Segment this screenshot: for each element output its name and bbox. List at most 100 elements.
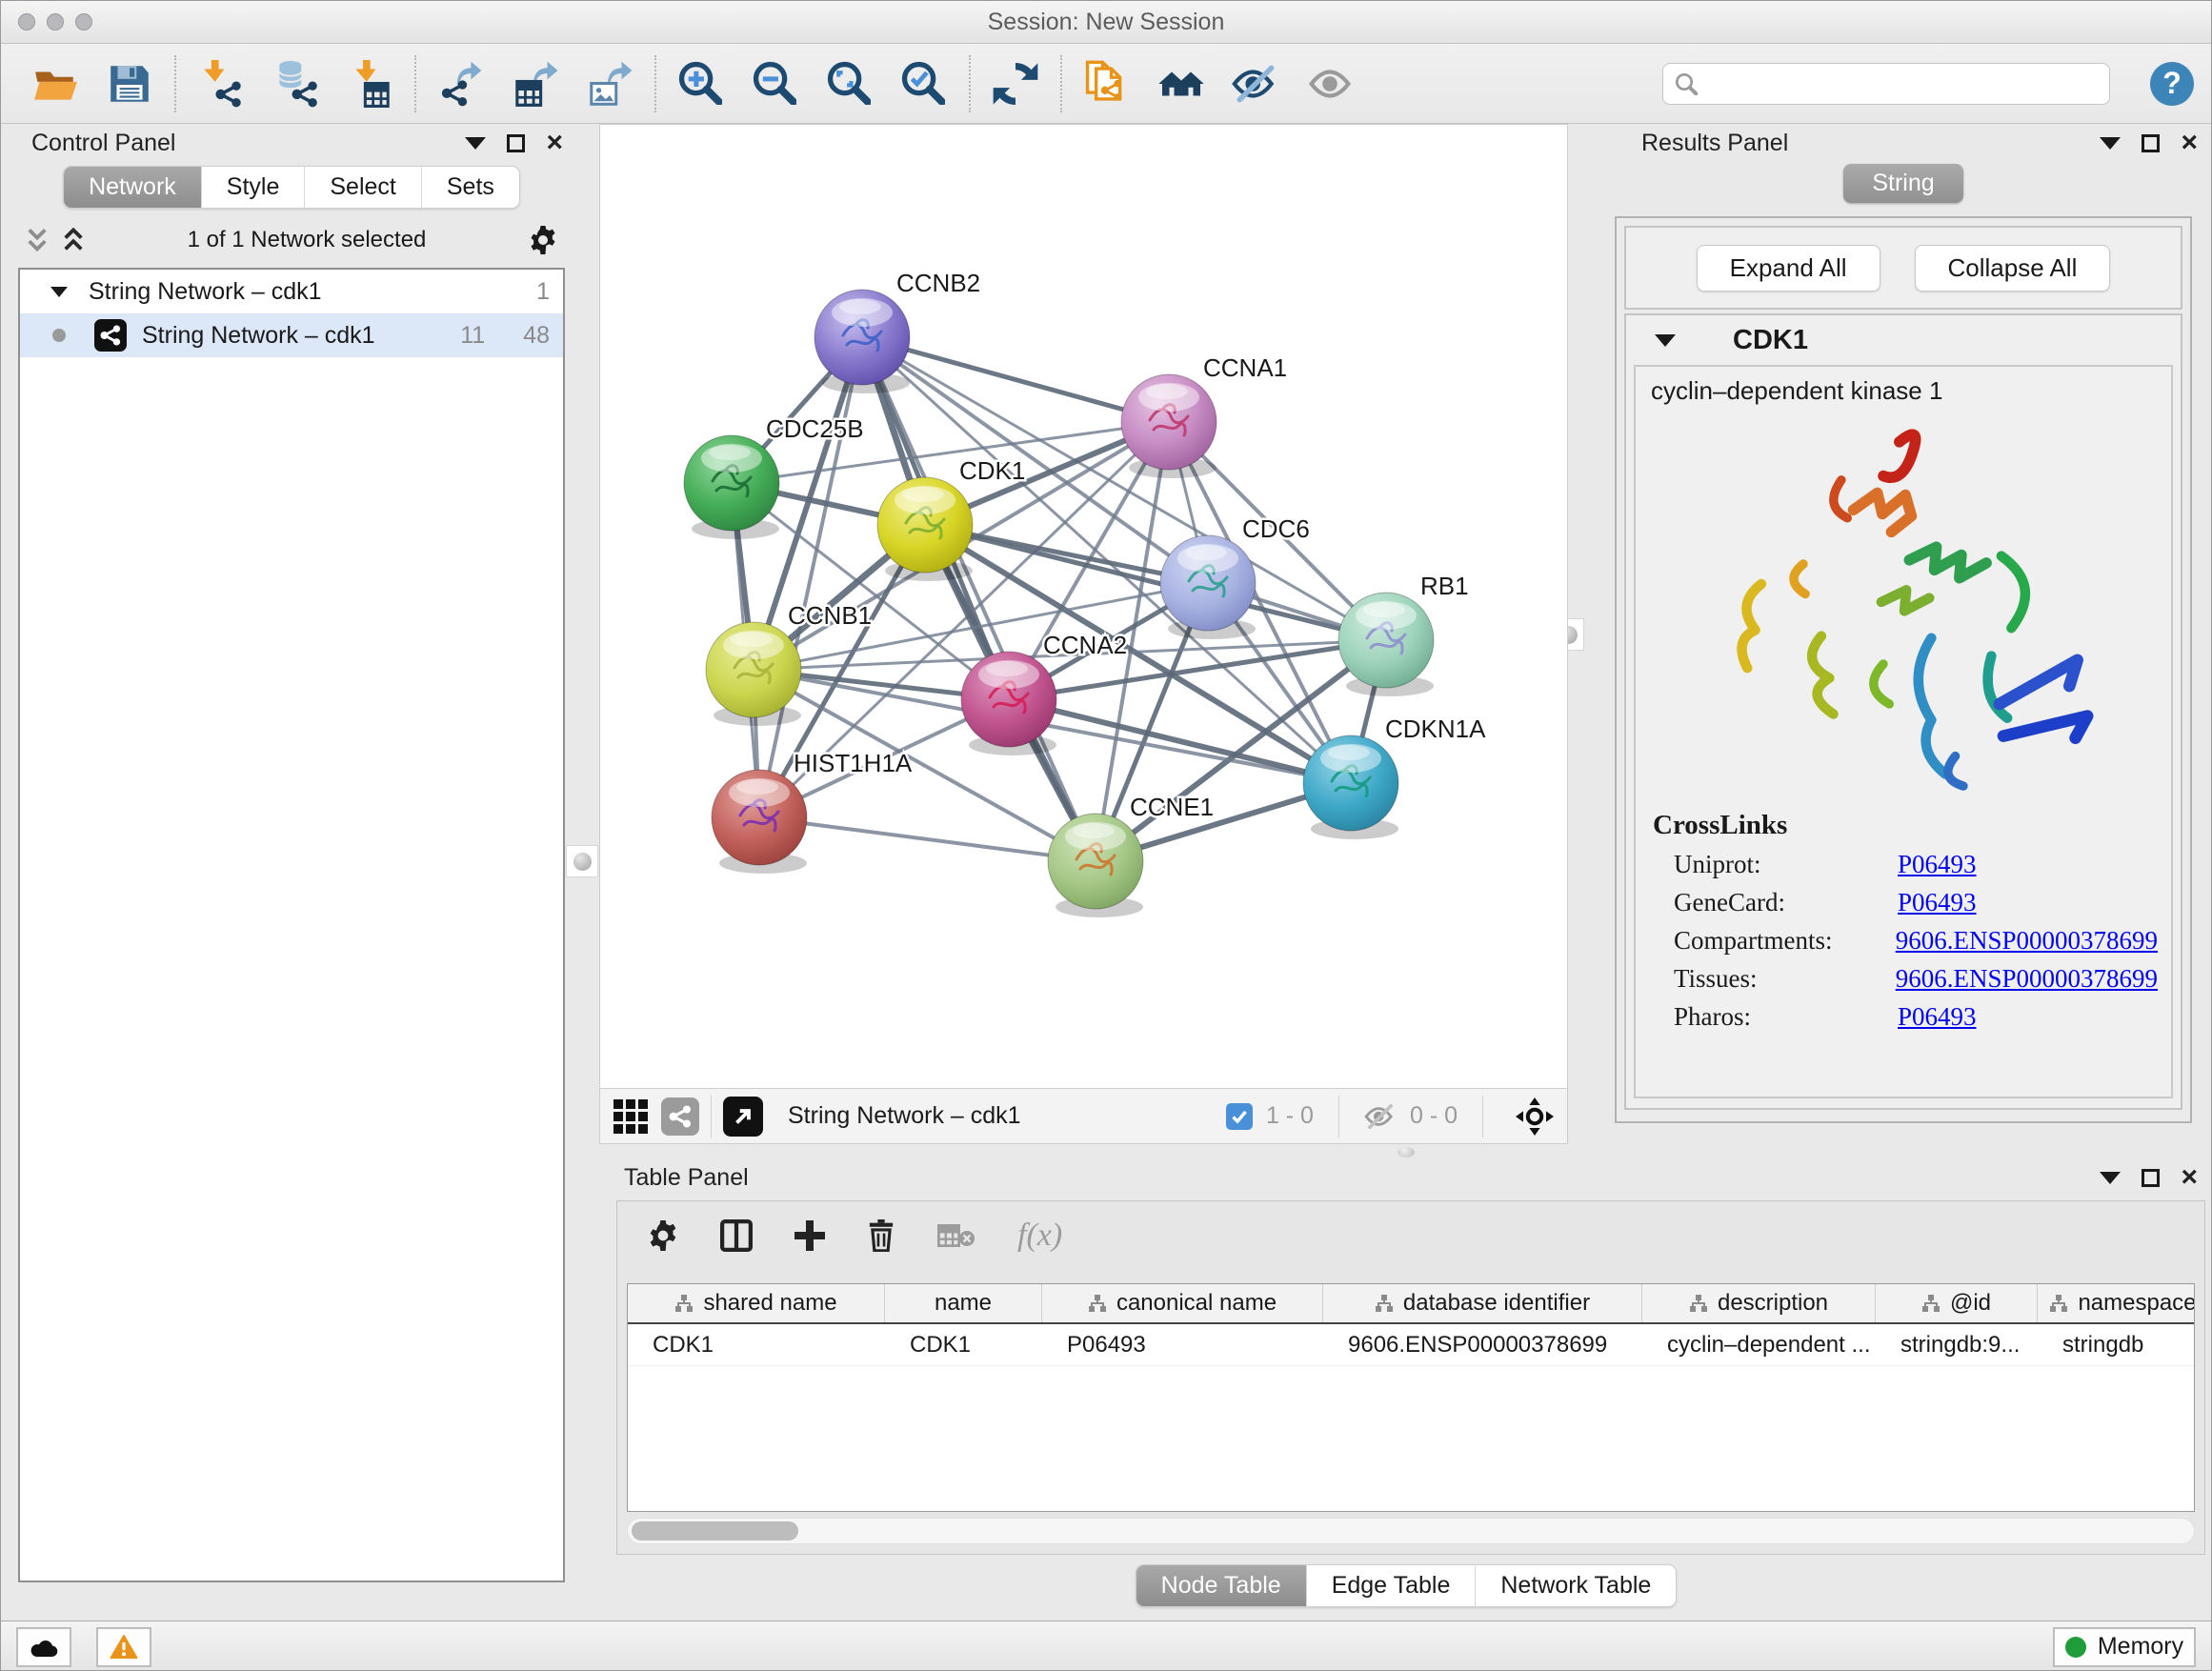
scrollbar-thumb[interactable] — [632, 1521, 798, 1540]
crosslink-link[interactable]: P06493 — [1898, 1002, 1977, 1032]
table-cell[interactable]: stringdb — [2038, 1324, 2195, 1365]
horizontal-splitter-handle[interactable] — [1398, 1147, 1415, 1158]
collection-expand-icon[interactable] — [50, 287, 68, 297]
crosslink-row: Pharos:P06493 — [1674, 1002, 2158, 1032]
home-button[interactable] — [1144, 52, 1218, 115]
panel-menu-icon[interactable] — [2100, 137, 2121, 150]
float-panel-icon[interactable] — [2142, 1169, 2160, 1187]
close-panel-icon[interactable]: × — [546, 133, 563, 152]
close-panel-icon[interactable]: × — [2181, 133, 2198, 152]
crosslink-link[interactable]: 9606.ENSP00000378699 — [1896, 964, 2158, 994]
column-header-namespace[interactable]: namespace — [2038, 1284, 2195, 1322]
collapse-all-button[interactable]: Collapse All — [1915, 245, 2111, 292]
network-node-CDC25B[interactable]: CDC25B — [684, 414, 864, 539]
crosslink-link[interactable]: P06493 — [1898, 888, 1977, 917]
left-splitter-handle[interactable] — [566, 845, 598, 877]
open-session-button[interactable] — [18, 52, 92, 115]
eye-slash-icon — [1232, 60, 1279, 108]
save-session-button[interactable] — [92, 52, 167, 115]
table-cell[interactable]: cyclin–dependent ... — [1642, 1324, 1876, 1365]
network-node-HIST1H1A[interactable]: HIST1H1A — [712, 749, 913, 874]
tab-select[interactable]: Select — [305, 167, 421, 208]
column-header-name[interactable]: name — [885, 1284, 1042, 1322]
network-edge-CCNB2-CCNE1[interactable] — [862, 337, 1096, 861]
table-cell[interactable]: P06493 — [1042, 1324, 1323, 1365]
network-edge-CCNB2-HIST1H1A[interactable] — [759, 337, 862, 817]
network-from-document-button[interactable] — [1070, 52, 1144, 115]
tab-edge-table[interactable]: Edge Table — [1307, 1565, 1477, 1606]
network-row[interactable]: String Network – cdk1 11 48 — [20, 313, 563, 357]
network-share-icon[interactable] — [661, 1097, 699, 1136]
search-input[interactable] — [1705, 70, 2098, 97]
network-node-CCNB2[interactable]: CCNB2 — [814, 269, 980, 393]
memory-status-dot — [2065, 1637, 2086, 1658]
tab-network[interactable]: Network — [64, 167, 202, 208]
table-header-row: shared namenamecanonical namedatabase id… — [628, 1284, 2194, 1324]
memory-button[interactable]: Memory — [2053, 1627, 2196, 1667]
expand-all-networks-icon[interactable] — [62, 228, 85, 252]
crosslink-link[interactable]: P06493 — [1898, 850, 1977, 879]
birds-eye-view-icon[interactable] — [723, 1097, 763, 1137]
hide-selected-button[interactable] — [1218, 52, 1293, 115]
network-node-CDC6[interactable]: CDC6 — [1160, 514, 1310, 639]
add-column-icon[interactable] — [794, 1220, 825, 1251]
panel-menu-icon[interactable] — [2100, 1172, 2121, 1184]
column-header-shared-name[interactable]: shared name — [628, 1284, 885, 1322]
shared-column-icon — [1375, 1294, 1394, 1313]
results-tab-string[interactable]: String — [1843, 164, 1962, 203]
export-image-button[interactable] — [573, 52, 647, 115]
column-header-canonical-name[interactable]: canonical name — [1042, 1284, 1323, 1322]
fit-content-crosshair-icon[interactable] — [1516, 1097, 1554, 1136]
help-button[interactable]: ? — [2150, 62, 2194, 106]
table-panel-content: f(x) shared namenamecanonical namedataba… — [616, 1200, 2205, 1555]
network-edge-HIST1H1A-CCNE1[interactable] — [759, 817, 1096, 861]
column-header-database-identifier[interactable]: database identifier — [1323, 1284, 1642, 1322]
expand-all-button[interactable]: Expand All — [1697, 245, 1880, 292]
import-network-from-database-button[interactable] — [258, 52, 332, 115]
warnings-button[interactable] — [96, 1627, 151, 1667]
show-column-panel-icon[interactable] — [720, 1219, 753, 1252]
show-all-button[interactable] — [1293, 52, 1367, 115]
network-canvas[interactable]: CCNB2CCNA1CDC25BCDK1CDC6RB1CCNB1CCNA2CDK… — [600, 125, 1567, 1088]
zoom-fit-button[interactable] — [813, 52, 887, 115]
crosslink-row: GeneCard:P06493 — [1674, 888, 2158, 917]
column-header--id[interactable]: @id — [1876, 1284, 2038, 1322]
float-panel-icon[interactable] — [2142, 134, 2160, 152]
zoom-selected-button[interactable] — [887, 52, 961, 115]
search-field[interactable] — [1662, 63, 2110, 105]
export-table-button[interactable] — [498, 52, 573, 115]
table-cell[interactable]: stringdb:9... — [1876, 1324, 2038, 1365]
refresh-button[interactable] — [978, 52, 1053, 115]
zoom-out-button[interactable] — [738, 52, 813, 115]
import-network-button[interactable] — [184, 52, 258, 115]
crosslink-link[interactable]: 9606.ENSP00000378699 — [1896, 926, 2158, 956]
float-panel-icon[interactable] — [507, 134, 525, 152]
table-options-gear-icon[interactable] — [648, 1220, 678, 1251]
close-panel-icon[interactable]: × — [2181, 1168, 2198, 1187]
table-cell[interactable]: CDK1 — [628, 1324, 885, 1365]
import-table-button[interactable] — [332, 52, 407, 115]
tab-style[interactable]: Style — [202, 167, 306, 208]
gene-section-collapse-icon[interactable] — [1655, 334, 1676, 347]
cloud-status-button[interactable] — [16, 1627, 71, 1667]
column-header-description[interactable]: description — [1642, 1284, 1876, 1322]
table-horizontal-scrollbar[interactable] — [627, 1518, 2195, 1544]
network-node-RB1[interactable]: RB1 — [1338, 572, 1469, 696]
network-collection-row[interactable]: String Network – cdk1 1 — [20, 270, 563, 313]
delete-column-trash-icon[interactable] — [867, 1219, 895, 1252]
export-network-button[interactable] — [424, 52, 498, 115]
panel-menu-icon[interactable] — [465, 137, 486, 150]
tab-sets[interactable]: Sets — [422, 167, 519, 208]
table-cell[interactable]: CDK1 — [885, 1324, 1042, 1365]
node-label-CCNE1: CCNE1 — [1130, 793, 1214, 821]
table-cell[interactable]: 9606.ENSP00000378699 — [1323, 1324, 1642, 1365]
zoom-in-button[interactable] — [664, 52, 738, 115]
network-options-gear-icon[interactable] — [529, 226, 557, 254]
network-node-CDKN1A[interactable]: CDKN1A — [1303, 715, 1486, 839]
tab-node-table[interactable]: Node Table — [1136, 1565, 1307, 1606]
table-row[interactable]: CDK1CDK1P064939606.ENSP00000378699cyclin… — [628, 1324, 2194, 1366]
collapse-all-networks-icon[interactable] — [26, 228, 49, 252]
selected-elements-checkbox[interactable] — [1226, 1103, 1253, 1130]
grid-view-icon[interactable] — [613, 1099, 648, 1134]
tab-network-table[interactable]: Network Table — [1476, 1565, 1676, 1606]
